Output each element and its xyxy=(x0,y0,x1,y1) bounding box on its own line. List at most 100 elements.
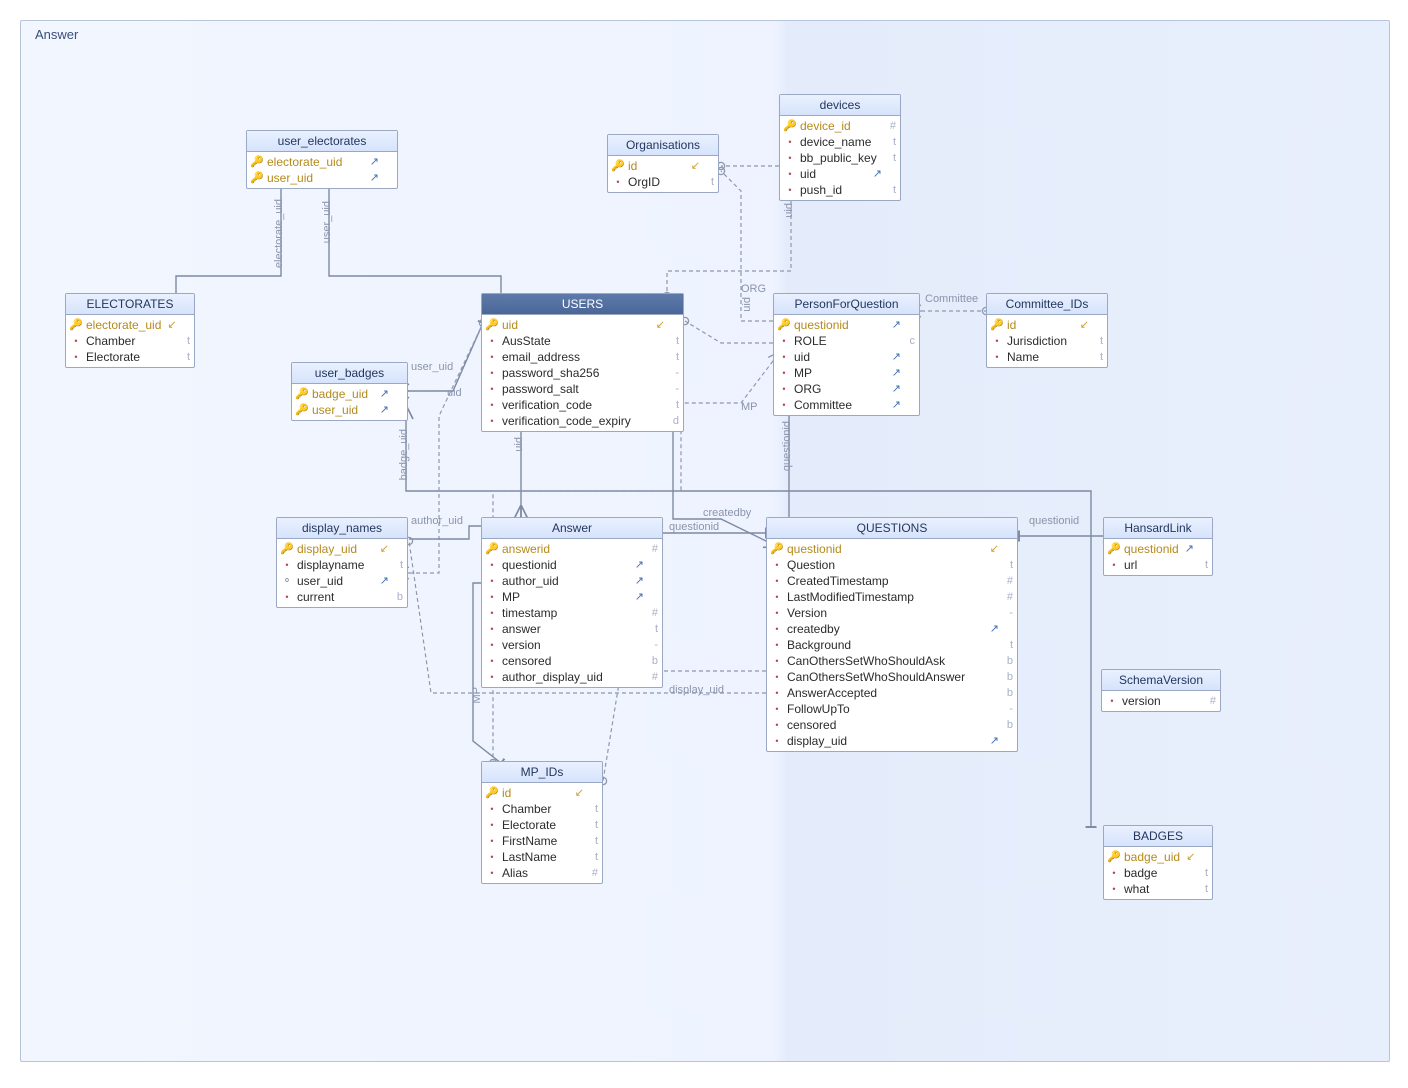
column-name: url xyxy=(1124,557,1194,573)
column-name: MP xyxy=(502,589,629,605)
entity-SchemaVersion[interactable]: SchemaVersion•version# xyxy=(1101,669,1221,712)
column: •Chambert xyxy=(486,801,598,817)
dot-icon: • xyxy=(771,701,783,717)
column: •verification_codet xyxy=(486,397,679,413)
entity-HansardLink[interactable]: HansardLink🔑questionid↗•urlt xyxy=(1103,517,1213,576)
relation-label: Committee xyxy=(925,293,978,305)
entity-PersonForQuestion[interactable]: PersonForQuestion🔑questionid↗•ROLEc•uid↗… xyxy=(773,293,920,416)
entity-user_badges[interactable]: user_badges🔑badge_uid↗🔑user_uid↗ xyxy=(291,362,408,421)
key-icon: 🔑 xyxy=(251,154,263,170)
column-name: uid xyxy=(502,317,650,333)
key-icon: 🔑 xyxy=(70,317,82,333)
key-icon: 🔑 xyxy=(251,170,263,186)
column: •version- xyxy=(486,637,658,653)
column-type: t xyxy=(1003,557,1013,573)
key-icon: 🔑 xyxy=(281,541,293,557)
column-name: author_display_uid xyxy=(502,669,644,685)
entity-title: Answer xyxy=(482,518,662,539)
dot-icon: • xyxy=(486,573,498,589)
relation-label: questionid xyxy=(781,421,793,471)
column: •badget xyxy=(1108,865,1208,881)
dot-icon: • xyxy=(70,333,82,349)
entity-display_names[interactable]: display_names🔑display_uid↙•displaynamet⚬… xyxy=(276,517,408,608)
column-type: # xyxy=(588,865,598,881)
column: 🔑questionid↙ xyxy=(771,541,1013,557)
entity-columns: 🔑badge_uid↗🔑user_uid↗ xyxy=(292,384,407,420)
column-type: b xyxy=(1003,685,1013,701)
column-type: - xyxy=(1003,701,1013,717)
dot-icon: • xyxy=(486,397,498,413)
entity-title: ELECTORATES xyxy=(66,294,194,315)
entity-columns: 🔑id↙•Chambert•Electoratet•FirstNamet•Las… xyxy=(482,783,602,883)
entity-Committee_IDs[interactable]: Committee_IDs🔑id↙•Jurisdictiont•Namet xyxy=(986,293,1108,368)
relation-label: user_uid xyxy=(411,361,453,373)
entity-devices[interactable]: devices🔑device_id#•device_namet•bb_publi… xyxy=(779,94,901,201)
column: •AnswerAcceptedb xyxy=(771,685,1013,701)
column-name: displayname xyxy=(297,557,389,573)
column-name: MP xyxy=(794,365,886,381)
column: •currentb xyxy=(281,589,403,605)
entity-Answer[interactable]: Answer🔑answerid#•questionid↗•author_uid↗… xyxy=(481,517,663,688)
column: •Jurisdictiont xyxy=(991,333,1103,349)
column-type: t xyxy=(1198,865,1208,881)
entity-columns: 🔑display_uid↙•displaynamet⚬user_uid↗•cur… xyxy=(277,539,407,607)
dot-icon: • xyxy=(784,150,796,166)
column-name: password_salt xyxy=(502,381,665,397)
column-type: # xyxy=(648,541,658,557)
column-name: Electorate xyxy=(502,817,584,833)
column: •Namet xyxy=(991,349,1103,365)
column-name: ROLE xyxy=(794,333,901,349)
column-type: t xyxy=(1093,333,1103,349)
column: 🔑badge_uid↙ xyxy=(1108,849,1208,865)
column: •Electoratet xyxy=(70,349,190,365)
column: •author_display_uid# xyxy=(486,669,658,685)
dot-icon: • xyxy=(612,174,624,190)
entity-title: USERS xyxy=(482,294,683,315)
entity-Organisations[interactable]: Organisations🔑id↙•OrgIDt xyxy=(607,134,719,193)
column-name: badge xyxy=(1124,865,1194,881)
column: 🔑device_id# xyxy=(784,118,896,134)
column-name: Electorate xyxy=(86,349,176,365)
column-name: CanOthersSetWhoShouldAnswer xyxy=(787,669,999,685)
column: •OrgIDt xyxy=(612,174,714,190)
column: •ROLEc xyxy=(778,333,915,349)
column-name: questionid xyxy=(794,317,886,333)
column-name: badge_uid xyxy=(312,386,374,402)
column-type: - xyxy=(669,381,679,397)
column: •whatt xyxy=(1108,881,1208,897)
dot-icon: • xyxy=(70,349,82,365)
relation-label: ORG xyxy=(741,283,766,295)
column: •Committee↗ xyxy=(778,397,915,413)
column-name: device_id xyxy=(800,118,882,134)
entity-QUESTIONS[interactable]: QUESTIONS🔑questionid↙•Questiont•CreatedT… xyxy=(766,517,1018,752)
key-icon: 🔑 xyxy=(1108,849,1120,865)
dot-icon: • xyxy=(771,733,783,749)
column-type: t xyxy=(1003,637,1013,653)
entity-USERS[interactable]: USERS🔑uid↙•AusStatet•email_addresst•pass… xyxy=(481,293,684,432)
column-type: - xyxy=(1003,605,1013,621)
entity-title: user_badges xyxy=(292,363,407,384)
key-icon: 🔑 xyxy=(771,541,783,557)
entity-MP_IDs[interactable]: MP_IDs🔑id↙•Chambert•Electoratet•FirstNam… xyxy=(481,761,603,884)
dot-icon: • xyxy=(281,589,293,605)
column-type: b xyxy=(1003,717,1013,733)
dot-icon: • xyxy=(771,637,783,653)
column-name: questionid xyxy=(502,557,629,573)
entity-columns: 🔑answerid#•questionid↗•author_uid↗•MP↗•t… xyxy=(482,539,662,687)
column: •device_namet xyxy=(784,134,896,150)
entity-ELECTORATES[interactable]: ELECTORATES🔑electorate_uid↙•Chambert•Ele… xyxy=(65,293,195,368)
relation-label: uid xyxy=(513,437,525,452)
entity-user_electorates[interactable]: user_electorates🔑electorate_uid↗🔑user_ui… xyxy=(246,130,398,189)
entity-title: user_electorates xyxy=(247,131,397,152)
column: 🔑id↙ xyxy=(612,158,714,174)
column: •timestamp# xyxy=(486,605,658,621)
diagram-frame: Answer xyxy=(20,20,1390,1062)
entity-BADGES[interactable]: BADGES🔑badge_uid↙•badget•whatt xyxy=(1103,825,1213,900)
dot-icon: • xyxy=(486,557,498,573)
relation-label: badge_uid xyxy=(398,429,410,480)
column: •password_salt- xyxy=(486,381,679,397)
column-name: questionid xyxy=(1124,541,1179,557)
column-type: b xyxy=(1003,669,1013,685)
fk-out-icon: ↗ xyxy=(873,166,882,182)
column-name: user_uid xyxy=(267,170,364,186)
